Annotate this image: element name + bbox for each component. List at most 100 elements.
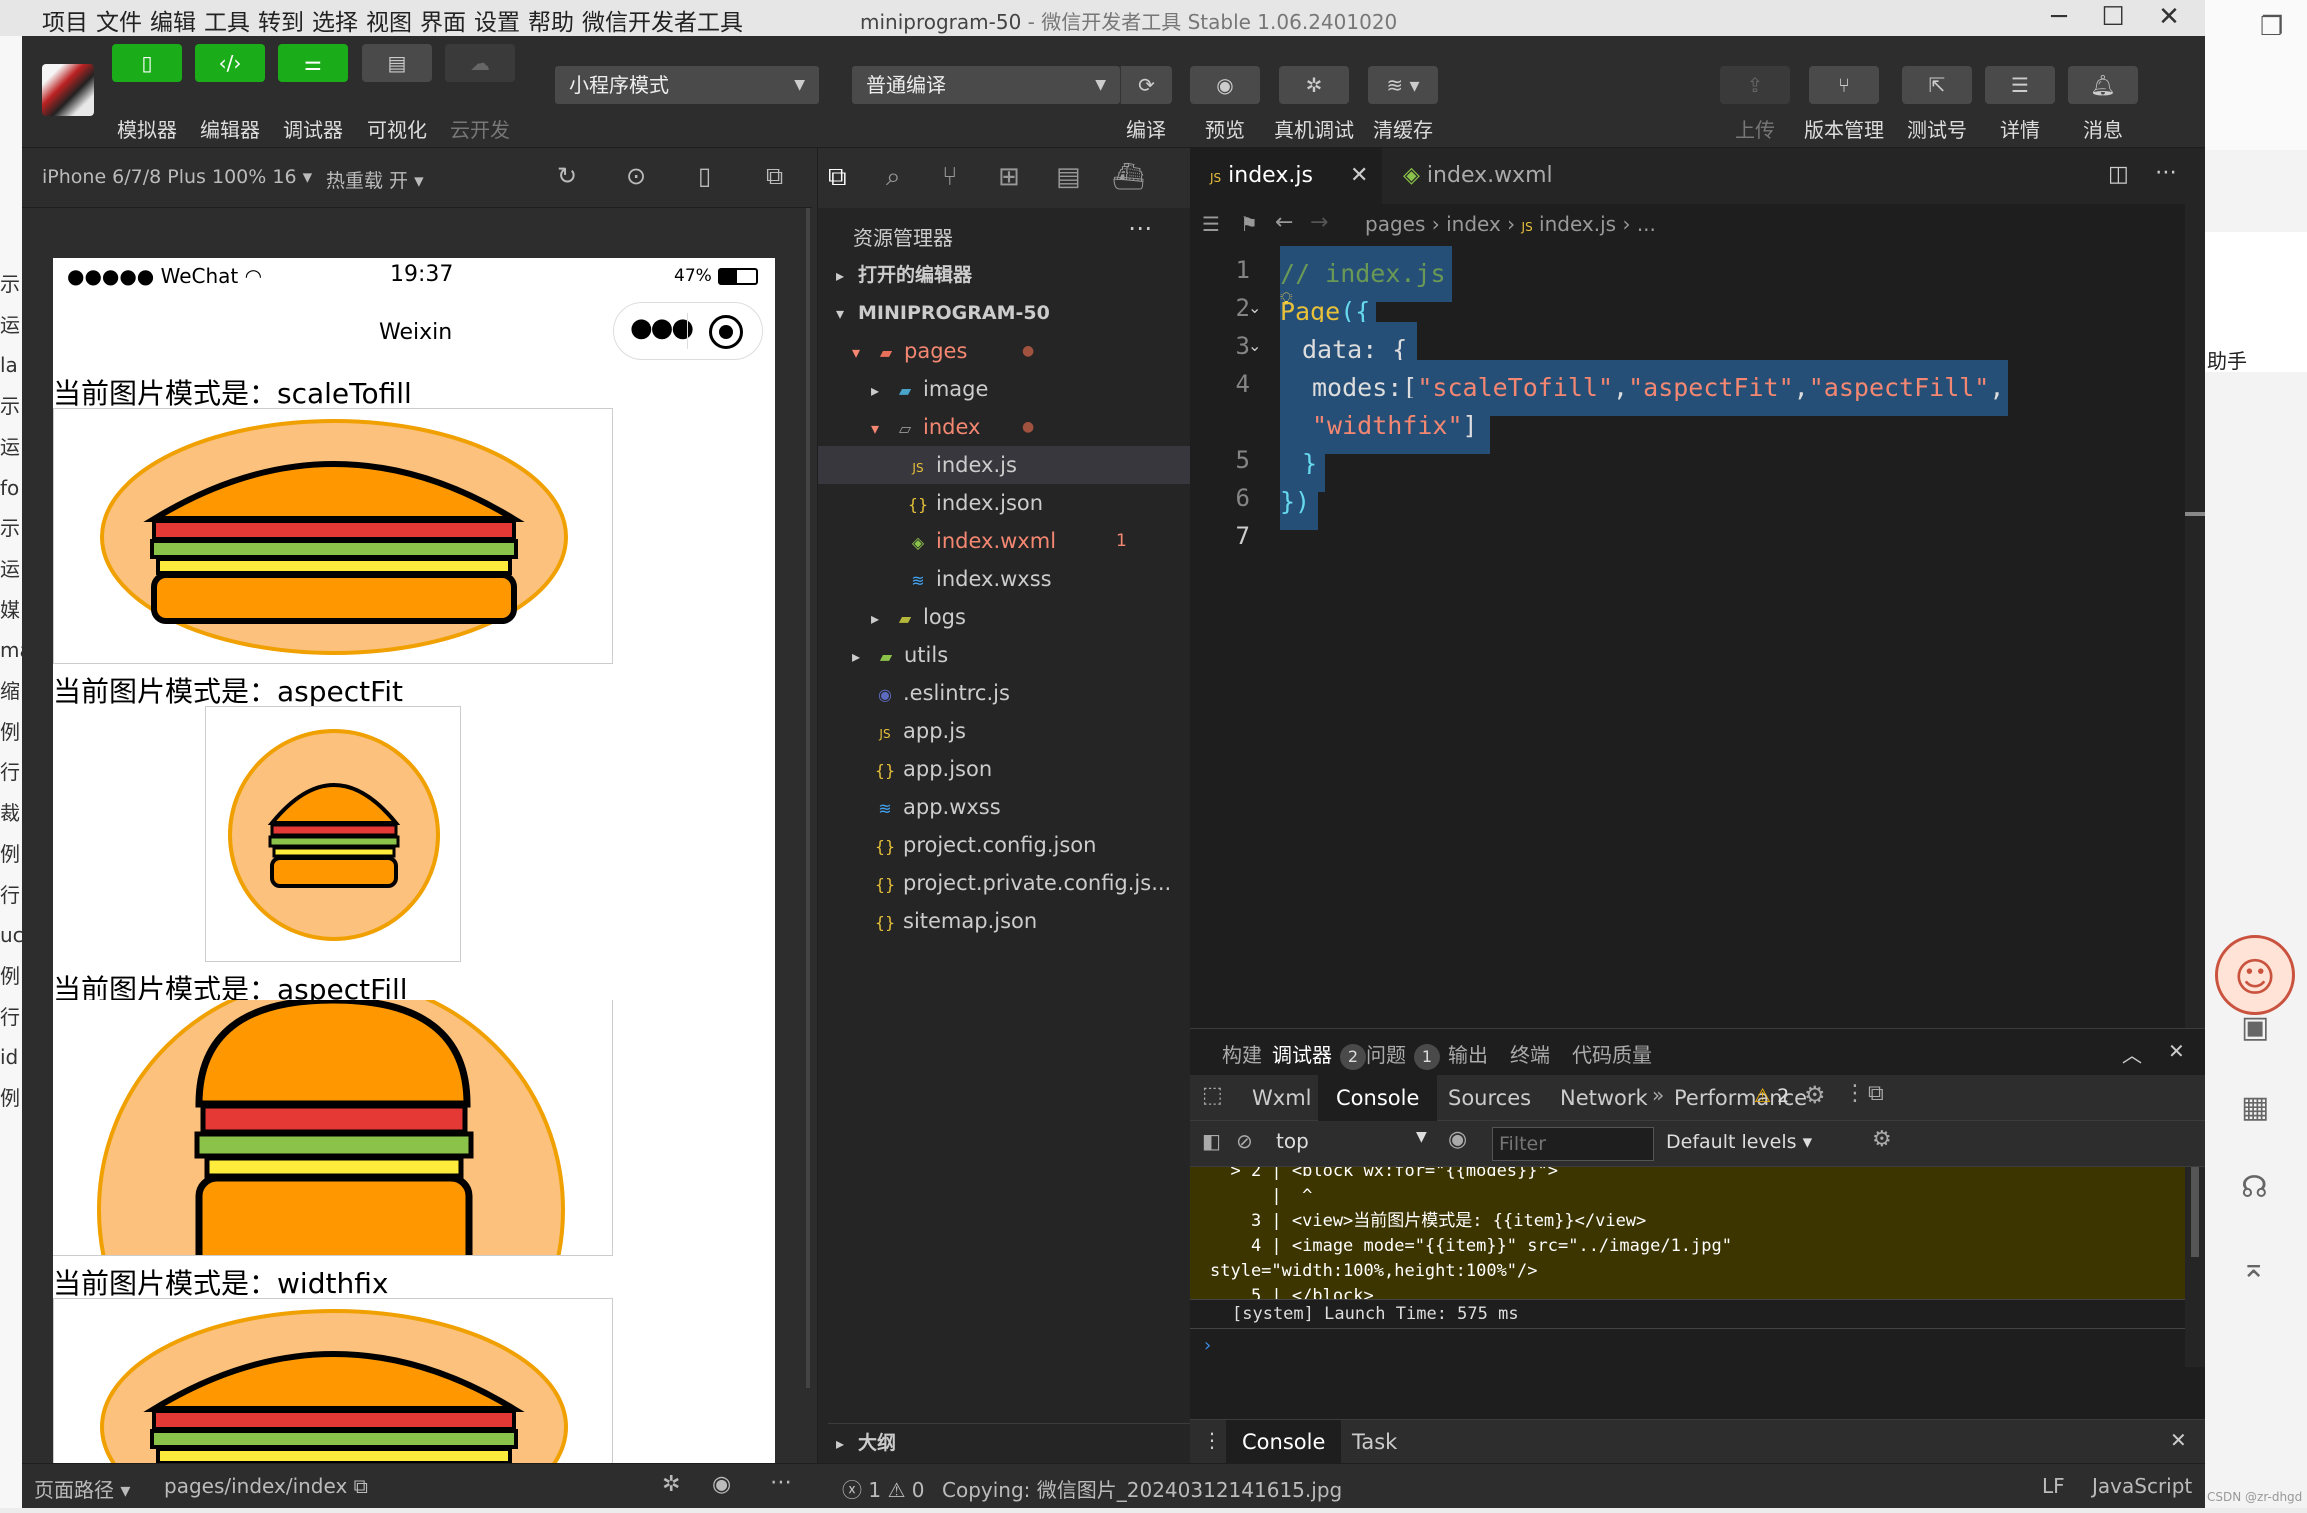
compile-select[interactable]: 普通编译 ▼ bbox=[852, 66, 1120, 104]
panel-tab[interactable]: 输出 bbox=[1448, 1039, 1488, 1068]
eye-icon[interactable]: ◉ bbox=[1448, 1127, 1467, 1152]
menu-item[interactable]: 转到 bbox=[258, 3, 304, 37]
menu-item[interactable]: 视图 bbox=[366, 3, 412, 37]
close-panel-icon[interactable]: ✕ bbox=[2168, 1039, 2185, 1063]
tree-folder-pages[interactable]: ▾ ▰ pages ● bbox=[844, 332, 1191, 370]
detach-window-icon[interactable]: ⧉ bbox=[766, 162, 783, 190]
tree-folder-index[interactable]: ▾ ▱ index ● bbox=[863, 408, 1191, 446]
upload-button[interactable]: ⇪ bbox=[1720, 66, 1790, 104]
panel-tab[interactable]: 问题 1 bbox=[1366, 1039, 1440, 1070]
context-select[interactable]: top ▼ bbox=[1276, 1129, 1436, 1159]
tree-file-index-wxss[interactable]: ≋ index.wxss bbox=[906, 560, 1051, 598]
tree-file-app-js[interactable]: JS app.js bbox=[873, 712, 966, 750]
back-arrow-icon[interactable]: ← bbox=[1275, 210, 1293, 235]
menu-item[interactable]: 项目 bbox=[42, 3, 88, 37]
more-icon[interactable]: ⋯ bbox=[770, 1470, 792, 1495]
panel-tab[interactable]: 调试器 2 bbox=[1272, 1039, 1366, 1070]
test-id-button[interactable]: ⇱ bbox=[1902, 66, 1972, 104]
breadcrumb-path[interactable]: pages › index › JS index.js › ... bbox=[1365, 212, 1656, 236]
inspect-element-icon[interactable]: ⬚ bbox=[1202, 1083, 1223, 1108]
maximize-panel-icon[interactable]: ︿ bbox=[2122, 1039, 2142, 1068]
menu-item[interactable]: 界面 bbox=[420, 3, 466, 37]
panel-tab[interactable]: 终端 bbox=[1510, 1039, 1550, 1068]
fold-chevron-icon[interactable]: ⌄ bbox=[1248, 336, 1261, 355]
debugger-button[interactable]: ⚌ bbox=[278, 44, 348, 82]
qrcode-icon[interactable]: ▦ bbox=[2241, 1090, 2269, 1125]
source-control-icon[interactable]: ⑂ bbox=[942, 162, 958, 192]
tab-index-js[interactable]: JS index.js ✕ bbox=[1190, 148, 1382, 204]
extensions-icon[interactable]: ⊞ bbox=[998, 162, 1020, 192]
close-icon[interactable]: ✕ bbox=[1350, 148, 1368, 204]
more-icon[interactable]: ●●● bbox=[630, 313, 694, 343]
panel-tab[interactable]: 代码质量 bbox=[1572, 1039, 1652, 1068]
cloud-button[interactable]: ☁ bbox=[445, 44, 515, 82]
split-editor-icon[interactable]: ◫ bbox=[2108, 162, 2129, 187]
menu-item[interactable]: 帮助 bbox=[528, 3, 574, 37]
search-icon[interactable]: ⌕ bbox=[886, 162, 901, 193]
hot-reload-toggle[interactable]: 热重载 开 ▾ bbox=[326, 166, 424, 193]
sidebar-toggle-icon[interactable]: ◧ bbox=[1202, 1129, 1221, 1153]
compile-button[interactable]: ⟳ bbox=[1120, 66, 1172, 104]
log-levels-select[interactable]: Default levels ▾ bbox=[1666, 1131, 1812, 1153]
preview-button[interactable]: ◉ bbox=[1190, 66, 1260, 104]
outline-section[interactable]: ▸ 大纲 bbox=[828, 1423, 1191, 1461]
kebab-menu-icon[interactable]: ⋮ bbox=[1202, 1428, 1222, 1452]
fold-chevron-icon[interactable]: ⌄ bbox=[1248, 298, 1261, 317]
tree-file-app-json[interactable]: {} app.json bbox=[873, 750, 992, 788]
tree-folder-utils[interactable]: ▸ ▰ utils bbox=[844, 636, 948, 674]
tree-file-index-wxml[interactable]: ◈ index.wxml 1 bbox=[906, 522, 1191, 560]
phone-icon[interactable]: ▯ bbox=[698, 162, 711, 190]
stop-icon[interactable]: ⊙ bbox=[626, 162, 646, 190]
simulator-scrollbar[interactable] bbox=[806, 208, 810, 1388]
menu-item[interactable]: 设置 bbox=[474, 3, 520, 37]
device-select[interactable]: iPhone 6/7/8 Plus 100% 16 ▾ bbox=[42, 166, 312, 188]
maximize-button[interactable]: ☐ bbox=[2081, 0, 2145, 36]
devtools-tab[interactable]: Sources bbox=[1430, 1075, 1549, 1121]
more-icon[interactable]: ⋯ bbox=[1128, 214, 1152, 242]
tree-file-eslintrc[interactable]: ◉ .eslintrc.js bbox=[873, 674, 1010, 712]
tree-folder-image[interactable]: ▸ ▰ image bbox=[863, 370, 988, 408]
coupon-icon[interactable]: ▣ bbox=[2241, 1010, 2269, 1045]
tree-file-app-wxss[interactable]: ≋ app.wxss bbox=[873, 788, 1000, 826]
bookmark-icon[interactable]: ⚑ bbox=[1240, 212, 1258, 236]
headset-icon[interactable]: ☊ bbox=[2241, 1170, 2268, 1205]
tab-index-wxml[interactable]: ◈ index.wxml bbox=[1383, 148, 1575, 204]
mascot-avatar[interactable]: ☺ bbox=[2215, 935, 2295, 1015]
editor-scrollbar[interactable] bbox=[2185, 148, 2205, 1028]
page-path-value[interactable]: pages/index/index ⧉ bbox=[164, 1474, 368, 1498]
clear-console-icon[interactable]: ⊘ bbox=[1236, 1129, 1253, 1153]
more-tabs-icon[interactable]: » bbox=[1652, 1083, 1664, 1107]
more-icon[interactable]: ⋯ bbox=[2155, 160, 2177, 185]
open-editors-section[interactable]: ▸ 打开的编辑器 bbox=[828, 256, 972, 294]
eye-icon[interactable]: ◉ bbox=[712, 1472, 731, 1497]
devtools-tab[interactable]: Console bbox=[1318, 1075, 1438, 1121]
drawer-tab-console[interactable]: Console bbox=[1226, 1420, 1342, 1465]
console-scrollbar[interactable] bbox=[2185, 1167, 2205, 1367]
page-path-select[interactable]: 页面路径 ▾ bbox=[34, 1474, 130, 1503]
tree-folder-logs[interactable]: ▸ ▰ logs bbox=[863, 598, 966, 636]
mode-select[interactable]: 小程序模式 ▼ bbox=[555, 66, 819, 104]
gear-icon[interactable]: ⚙ bbox=[1804, 1081, 1826, 1109]
outline-list-icon[interactable]: ☰ bbox=[1202, 212, 1220, 236]
details-button[interactable]: ☰ bbox=[1985, 66, 2055, 104]
eol-indicator[interactable]: LF bbox=[2042, 1474, 2065, 1498]
menu-item[interactable]: 选择 bbox=[312, 3, 358, 37]
files-icon[interactable]: ⧉ bbox=[828, 162, 847, 193]
bug-icon[interactable]: ✲ bbox=[662, 1472, 680, 1497]
panel-tab[interactable]: 构建 bbox=[1222, 1039, 1262, 1068]
close-drawer-icon[interactable]: ✕ bbox=[2170, 1428, 2187, 1452]
console-prompt-icon[interactable]: › bbox=[1204, 1335, 1211, 1356]
warnings-badge[interactable]: ⚠ 2 bbox=[1754, 1085, 1789, 1107]
devtools-tab[interactable]: Wxml bbox=[1234, 1075, 1329, 1121]
menu-item[interactable]: 工具 bbox=[204, 3, 250, 37]
close-miniprogram-icon[interactable] bbox=[709, 315, 743, 349]
language-indicator[interactable]: JavaScript bbox=[2092, 1474, 2192, 1498]
editor-button[interactable]: ‹/› bbox=[195, 44, 265, 82]
simulator-button[interactable]: ▯ bbox=[112, 44, 182, 82]
tree-file-sitemap[interactable]: {} sitemap.json bbox=[873, 902, 1037, 940]
tree-file-index-json[interactable]: {} index.json bbox=[906, 484, 1043, 522]
code-line-6[interactable]: }) bbox=[1280, 474, 1319, 530]
console-settings-icon[interactable]: ⚙ bbox=[1872, 1127, 1892, 1152]
back-to-top-icon[interactable]: ⌅ bbox=[2241, 1250, 2266, 1285]
project-section[interactable]: ▾ MINIPROGRAM-50 bbox=[828, 294, 1050, 332]
